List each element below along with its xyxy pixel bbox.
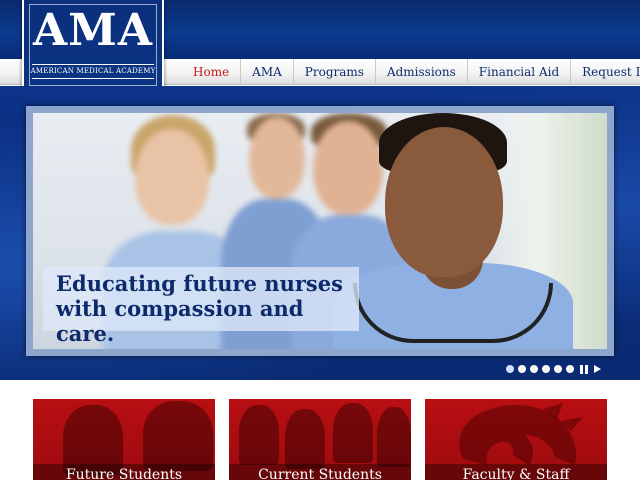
main-nav: Home AMA Programs Admissions Financial A…: [182, 59, 640, 85]
slide-dot-3[interactable]: [530, 365, 538, 373]
slide-dot-5[interactable]: [554, 365, 562, 373]
card-label: Faculty & Staff: [425, 464, 607, 480]
photo-nurse-man-front: [333, 113, 573, 349]
hero-caption-line-1: Educating future nurses: [56, 271, 343, 296]
logo-subtitle: AMERICAN MEDICAL ACADEMY: [30, 67, 156, 75]
hero-caption: Educating future nurses with compassion …: [56, 271, 366, 346]
lion-crest-icon: [459, 403, 583, 465]
card-faculty-staff[interactable]: Faculty & Staff: [425, 399, 607, 480]
nav-item-admissions[interactable]: Admissions: [376, 59, 468, 85]
play-icon[interactable]: [594, 365, 601, 373]
slide-dot-6[interactable]: [566, 365, 574, 373]
nav-item-ama[interactable]: AMA: [241, 59, 294, 85]
slide-dot-1[interactable]: [506, 365, 514, 373]
card-current-students[interactable]: Current Students: [229, 399, 411, 480]
nav-item-home[interactable]: Home: [182, 59, 242, 85]
card-photo-people-2: [143, 401, 213, 471]
card-photo-student-2: [285, 409, 325, 469]
nav-item-request-info[interactable]: Request Info: [571, 59, 640, 85]
ama-logo[interactable]: AMA AMERICAN MEDICAL ACADEMY: [22, 0, 164, 93]
nav-item-financial-aid[interactable]: Financial Aid: [468, 59, 572, 85]
slide-dot-2[interactable]: [518, 365, 526, 373]
logo-rule-top: [32, 64, 154, 65]
nav-item-programs[interactable]: Programs: [294, 59, 376, 85]
pause-icon[interactable]: [580, 364, 588, 374]
card-photo-student-4: [377, 407, 411, 467]
card-label: Future Students: [33, 464, 215, 480]
hero-caption-line-2: with compassion and care.: [56, 296, 304, 346]
slider-controls: [506, 364, 601, 374]
card-future-students[interactable]: Future Students: [33, 399, 215, 480]
logo-rule-bottom: [32, 78, 154, 79]
card-photo-student-3: [333, 403, 373, 463]
card-label: Current Students: [229, 464, 411, 480]
card-photo-student-1: [239, 405, 279, 465]
slide-dot-4[interactable]: [542, 365, 550, 373]
